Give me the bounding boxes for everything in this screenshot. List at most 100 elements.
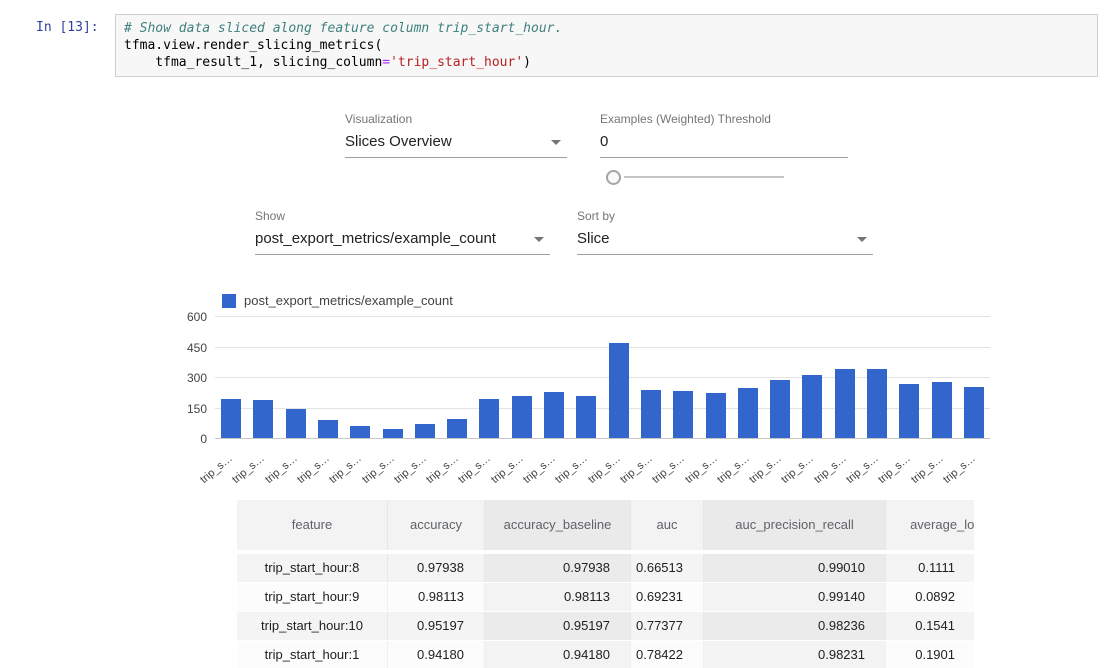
y-axis-tick: 300 bbox=[167, 371, 207, 385]
bar[interactable] bbox=[415, 424, 435, 438]
table-cell: 0.77377 bbox=[630, 612, 703, 640]
bar[interactable] bbox=[383, 429, 403, 438]
table-header-row: featureaccuracyaccuracy_baselineaucauc_p… bbox=[237, 500, 974, 550]
bar[interactable] bbox=[609, 343, 629, 438]
table-header: featureaccuracyaccuracy_baselineaucauc_p… bbox=[237, 500, 974, 550]
table-cell: 0.98113 bbox=[484, 583, 630, 611]
chevron-down-icon bbox=[534, 237, 544, 242]
table-cell: 0.0892 bbox=[885, 583, 974, 611]
bar[interactable] bbox=[350, 426, 370, 438]
code-line: # Show data sliced along feature column … bbox=[124, 20, 1089, 37]
sort-label: Sort by bbox=[577, 209, 873, 223]
bar[interactable] bbox=[447, 419, 467, 438]
bar[interactable] bbox=[286, 409, 306, 438]
column-header: accuracy bbox=[387, 500, 484, 550]
bar[interactable] bbox=[641, 390, 661, 438]
bar[interactable] bbox=[318, 420, 338, 438]
table-cell: 0.97938 bbox=[484, 554, 630, 582]
bar[interactable] bbox=[512, 396, 532, 438]
table-cell: trip_start_hour:9 bbox=[237, 583, 387, 611]
table-cell: 0.98236 bbox=[703, 612, 885, 640]
code-line: tfma.view.render_slicing_metrics( bbox=[124, 37, 1089, 54]
visualization-dropdown[interactable]: Slices Overview bbox=[345, 131, 567, 158]
code-string: 'trip_start_hour' bbox=[390, 55, 523, 70]
bar[interactable] bbox=[253, 400, 273, 438]
bar-chart: 0150300450600trip_s…trip_s…trip_s…trip_s… bbox=[215, 317, 990, 439]
table-cell: 0.1111 bbox=[885, 554, 974, 582]
table-row: trip_start_hour:80.979380.979380.665130.… bbox=[237, 554, 974, 583]
visualization-control: Visualization Slices Overview bbox=[345, 112, 567, 158]
code-operator: = bbox=[382, 55, 390, 70]
gridline bbox=[215, 438, 990, 439]
column-header: auc_precision_recall bbox=[703, 500, 885, 550]
bar[interactable] bbox=[221, 399, 241, 438]
code-text: tfma.view.render_slicing_metrics( bbox=[124, 38, 382, 53]
bar[interactable] bbox=[899, 384, 919, 438]
table-row: trip_start_hour:100.951970.951970.773770… bbox=[237, 612, 974, 641]
gridline bbox=[215, 316, 990, 317]
y-axis-tick: 0 bbox=[167, 432, 207, 446]
table-cell: 0.94180 bbox=[387, 641, 484, 668]
table-row: trip_start_hour:90.981130.981130.692310.… bbox=[237, 583, 974, 612]
show-label: Show bbox=[255, 209, 550, 223]
table-cell: 0.1901 bbox=[885, 641, 974, 668]
slider-track[interactable] bbox=[624, 176, 784, 178]
table-cell: 0.95197 bbox=[484, 612, 630, 640]
code-text: tfma_result_1, slicing_column bbox=[124, 55, 382, 70]
bar[interactable] bbox=[802, 375, 822, 438]
bar[interactable] bbox=[706, 393, 726, 438]
show-dropdown[interactable]: post_export_metrics/example_count bbox=[255, 228, 550, 255]
bar[interactable] bbox=[867, 369, 887, 438]
bar[interactable] bbox=[932, 382, 952, 438]
chevron-down-icon bbox=[857, 237, 867, 242]
y-axis-tick: 600 bbox=[167, 310, 207, 324]
column-header: auc bbox=[630, 500, 703, 550]
code-text: ) bbox=[523, 55, 531, 70]
table-cell: 0.94180 bbox=[484, 641, 630, 668]
bar[interactable] bbox=[576, 396, 596, 438]
column-header: average_los bbox=[885, 500, 974, 550]
code-editor[interactable]: # Show data sliced along feature column … bbox=[115, 14, 1098, 77]
bar[interactable] bbox=[964, 387, 984, 438]
table-cell: 0.78422 bbox=[630, 641, 703, 668]
bar[interactable] bbox=[835, 369, 855, 438]
code-comment: # Show data sliced along feature column … bbox=[124, 21, 562, 36]
bar[interactable] bbox=[673, 391, 693, 438]
bar[interactable] bbox=[479, 399, 499, 438]
chevron-down-icon bbox=[551, 140, 561, 145]
cell-prompt: In [13]: bbox=[36, 20, 99, 35]
table-cell: 0.95197 bbox=[387, 612, 484, 640]
visualization-label: Visualization bbox=[345, 112, 567, 126]
bar[interactable] bbox=[738, 388, 758, 438]
notebook-page: In [13]: # Show data sliced along featur… bbox=[0, 0, 1111, 668]
gridline bbox=[215, 347, 990, 348]
legend-swatch bbox=[222, 294, 236, 308]
threshold-input[interactable] bbox=[600, 131, 848, 158]
table-cell: 0.99140 bbox=[703, 583, 885, 611]
bar[interactable] bbox=[770, 380, 790, 438]
column-header: feature bbox=[237, 500, 387, 550]
table-cell: 0.69231 bbox=[630, 583, 703, 611]
bar[interactable] bbox=[544, 392, 564, 438]
table-cell: 0.66513 bbox=[630, 554, 703, 582]
table-cell: trip_start_hour:1 bbox=[237, 641, 387, 668]
table-cell: 0.98113 bbox=[387, 583, 484, 611]
threshold-control: Examples (Weighted) Threshold bbox=[600, 112, 848, 158]
metrics-table: featureaccuracyaccuracy_baselineaucauc_p… bbox=[237, 500, 974, 668]
slider-knob[interactable] bbox=[606, 170, 621, 185]
sort-dropdown[interactable]: Slice bbox=[577, 228, 873, 255]
show-value: post_export_metrics/example_count bbox=[255, 230, 496, 247]
table-row: trip_start_hour:10.941800.941800.784220.… bbox=[237, 641, 974, 668]
sort-value: Slice bbox=[577, 230, 610, 247]
sort-control: Sort by Slice bbox=[577, 209, 873, 255]
column-header: accuracy_baseline bbox=[484, 500, 630, 550]
chart-legend: post_export_metrics/example_count bbox=[222, 293, 453, 308]
visualization-value: Slices Overview bbox=[345, 133, 452, 150]
table-cell: 0.99010 bbox=[703, 554, 885, 582]
y-axis-tick: 450 bbox=[167, 341, 207, 355]
threshold-slider[interactable] bbox=[604, 169, 784, 185]
table-cell: trip_start_hour:10 bbox=[237, 612, 387, 640]
table-body: trip_start_hour:80.979380.979380.665130.… bbox=[237, 554, 974, 668]
y-axis-tick: 150 bbox=[167, 402, 207, 416]
legend-label: post_export_metrics/example_count bbox=[244, 293, 453, 308]
